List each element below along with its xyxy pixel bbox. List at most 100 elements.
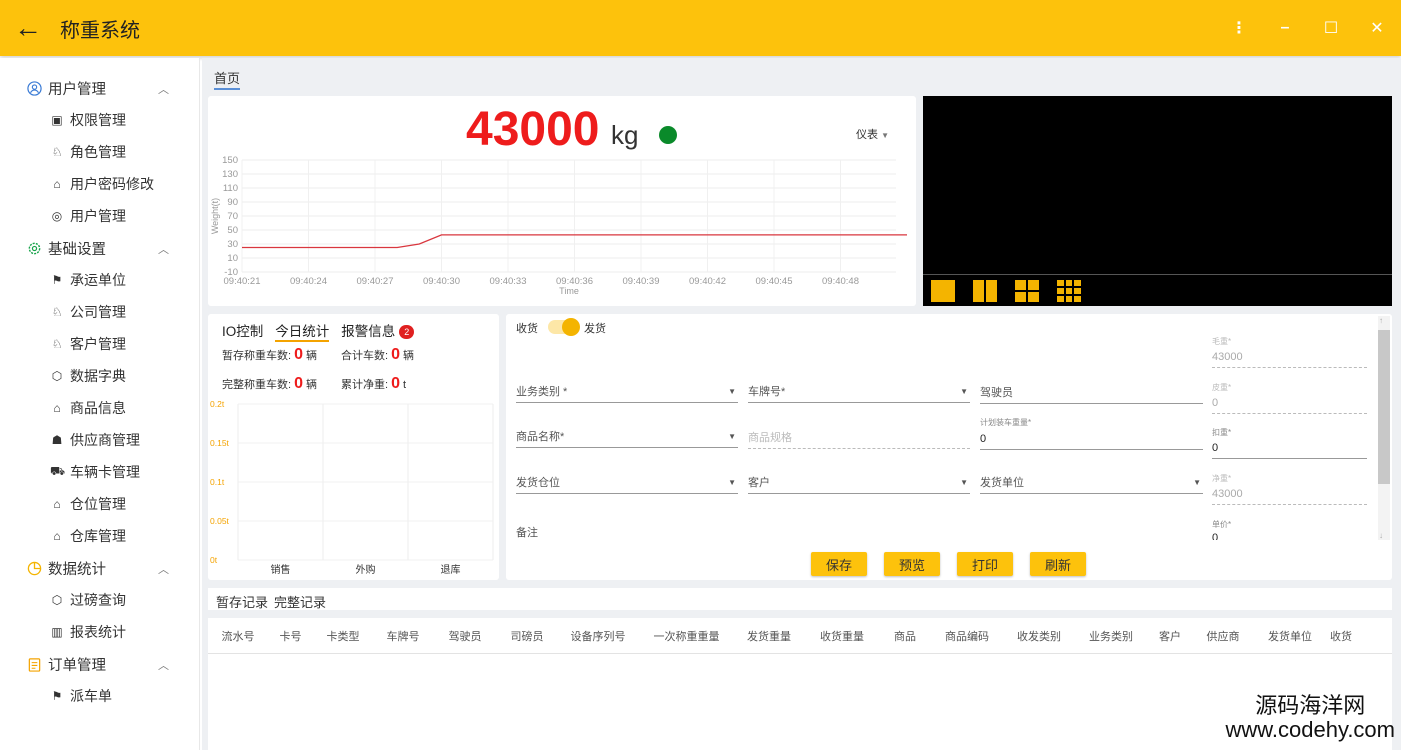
sidebar-item-dispatch[interactable]: ⚑ 派车单 — [0, 680, 199, 712]
more-icon[interactable]: ⋮ — [1229, 18, 1249, 38]
sidebar-item-position[interactable]: ⌂ 仓位管理 — [0, 488, 199, 520]
preview-button[interactable]: 预览 — [884, 552, 940, 576]
goods-name-select[interactable]: 商品名称* ▼ — [516, 428, 738, 448]
chevron-up-icon: ︿ — [158, 660, 169, 672]
price-input[interactable]: 0 — [1212, 532, 1367, 540]
sidebar-item-password[interactable]: ⌂ 用户密码修改 — [0, 168, 199, 200]
chevron-up-icon: ︿ — [158, 84, 169, 96]
column-header[interactable]: 流水号 — [208, 628, 268, 644]
sidebar-item-customer[interactable]: ♘ 客户管理 — [0, 328, 199, 360]
stat-temp: 暂存称重车数: 0 辆 — [222, 346, 317, 364]
sidebar-item-role[interactable]: ♘ 角色管理 — [0, 136, 199, 168]
stat-unit: t — [402, 379, 407, 391]
close-icon[interactable]: ✕ — [1367, 18, 1387, 38]
column-header[interactable]: 收发类别 — [1004, 628, 1074, 644]
customer-select[interactable]: 客户 ▼ — [748, 474, 970, 494]
deduct-input[interactable]: 0 — [1212, 439, 1367, 459]
back-arrow-icon[interactable]: ← — [0, 0, 56, 56]
sidebar-item-vehicle-card[interactable]: ⛟ 车辆卡管理 — [0, 456, 199, 488]
net-input[interactable]: 43000 — [1212, 485, 1367, 505]
business-type-select[interactable]: 业务类别 * ▼ — [516, 383, 738, 403]
column-header[interactable]: 卡号 — [268, 628, 313, 644]
minimize-icon[interactable]: – — [1275, 19, 1295, 37]
scroll-down-icon[interactable]: ↓ — [1379, 531, 1383, 540]
direction-toggle[interactable] — [548, 318, 580, 336]
column-header[interactable]: 供应商 — [1192, 628, 1254, 644]
title-bar: ← 称重系统 ⋮ – ☐ ✕ — [0, 0, 1401, 56]
sidebar-group-label: 用户管理 — [48, 81, 106, 98]
y-tick-label: 90 — [227, 197, 238, 208]
refresh-button[interactable]: 刷新 — [1030, 552, 1086, 576]
stat-value: 0 — [391, 375, 400, 392]
stat-label: 合计车数: — [341, 350, 389, 362]
scroll-up-icon[interactable]: ↑ — [1379, 316, 1383, 325]
column-header[interactable]: 收货重量 — [804, 628, 880, 644]
plan-weight-input[interactable]: 0 — [980, 430, 1203, 450]
ship-unit-select[interactable]: 发货单位 ▼ — [980, 474, 1203, 494]
chevron-up-icon: ︿ — [158, 564, 169, 576]
stat-unit: 辆 — [402, 350, 414, 362]
records-card: 暂存记录 完整记录 流水号 卡号 卡类型 车牌号 驾驶员 司磅员 设备序列号 一次称重重量 发货… — [208, 588, 1392, 750]
plate-select[interactable]: 车牌号* ▼ — [748, 383, 970, 403]
field-label: 业务类别 * — [516, 386, 568, 398]
sidebar-group-basic[interactable]: 基础设置 ︿ — [0, 232, 199, 264]
column-header[interactable]: 一次称重重量 — [639, 628, 734, 644]
sidebar-item-label: 过磅查询 — [70, 592, 126, 608]
gross-label: 毛重* — [1212, 337, 1232, 346]
column-header[interactable]: 商品编码 — [930, 628, 1004, 644]
sidebar-item-carrier[interactable]: ⚑ 承运单位 — [0, 264, 199, 296]
column-header[interactable]: 发货单位 — [1254, 628, 1326, 644]
sidebar-group-order[interactable]: 订单管理 ︿ — [0, 648, 199, 680]
sidebar-item-query[interactable]: ⬡ 过磅查询 — [0, 584, 199, 616]
column-header[interactable]: 卡类型 — [313, 628, 373, 644]
layout-4-icon[interactable] — [1015, 279, 1039, 302]
column-header[interactable]: 设备序列号 — [557, 628, 639, 644]
sidebar-group-user[interactable]: 用户管理 ︿ — [0, 72, 199, 104]
meter-select[interactable]: 仪表 ▼ — [856, 126, 889, 142]
gear-icon — [26, 240, 42, 256]
column-header[interactable]: 发货重量 — [734, 628, 804, 644]
cube-icon: ⬡ — [51, 593, 63, 607]
x-tick-label: 09:40:30 — [423, 276, 460, 287]
y-tick-label: 30 — [227, 239, 238, 250]
sidebar-item-permission[interactable]: ▣ 权限管理 — [0, 104, 199, 136]
column-header[interactable]: 驾驶员 — [433, 628, 497, 644]
gross-input[interactable]: 43000 — [1212, 348, 1367, 368]
pie-chart-icon — [26, 560, 42, 576]
driver-input[interactable]: 驾驶员 — [980, 384, 1203, 404]
y-tick-label: 0t — [210, 555, 218, 565]
sidebar-item-goods[interactable]: ⌂ 商品信息 — [0, 392, 199, 424]
sidebar-item-report[interactable]: ▥ 报表统计 — [0, 616, 199, 648]
weight-value: 43000 — [466, 103, 600, 156]
column-header[interactable]: 收货 — [1326, 628, 1356, 644]
tab-today[interactable]: 今日统计 — [275, 320, 330, 342]
layout-2-icon[interactable] — [973, 279, 997, 302]
column-header[interactable]: 客户 — [1148, 628, 1192, 644]
stat-net: 累计净重: 0 t — [341, 375, 406, 393]
x-tick-label: 09:40:45 — [756, 276, 793, 287]
lock-icon: ⌂ — [53, 177, 61, 191]
save-button[interactable]: 保存 — [811, 552, 867, 576]
form-scrollbar[interactable]: ↑ ↓ — [1378, 316, 1390, 540]
sidebar-item-supplier[interactable]: ☗ 供应商管理 — [0, 424, 199, 456]
column-header[interactable]: 业务类别 — [1074, 628, 1148, 644]
layout-9-icon[interactable] — [1057, 279, 1081, 302]
column-header[interactable]: 车牌号 — [373, 628, 433, 644]
sidebar-item-company[interactable]: ♘ 公司管理 — [0, 296, 199, 328]
maximize-icon[interactable]: ☐ — [1321, 18, 1341, 38]
sidebar-item-dictionary[interactable]: ⬡ 数据字典 — [0, 360, 199, 392]
goods-spec-input[interactable]: 商品规格 — [748, 429, 970, 449]
ship-position-select[interactable]: 发货仓位 ▼ — [516, 474, 738, 494]
tare-input[interactable]: 0 — [1212, 394, 1367, 414]
layout-1-icon[interactable] — [931, 279, 955, 302]
tab-alarm[interactable]: 报警信息 2 — [341, 320, 415, 342]
column-header[interactable]: 司磅员 — [497, 628, 557, 644]
sidebar-item-warehouse[interactable]: ⌂ 仓库管理 — [0, 520, 199, 552]
tab-home[interactable]: 首页 — [214, 68, 241, 90]
sidebar-item-users[interactable]: ◎ 用户管理 — [0, 200, 199, 232]
print-button[interactable]: 打印 — [957, 552, 1013, 576]
column-header[interactable]: 商品 — [880, 628, 930, 644]
sidebar-item-label: 报表统计 — [70, 624, 126, 640]
sidebar-group-stats[interactable]: 数据统计 ︿ — [0, 552, 199, 584]
tab-io[interactable]: IO控制 — [222, 320, 263, 342]
